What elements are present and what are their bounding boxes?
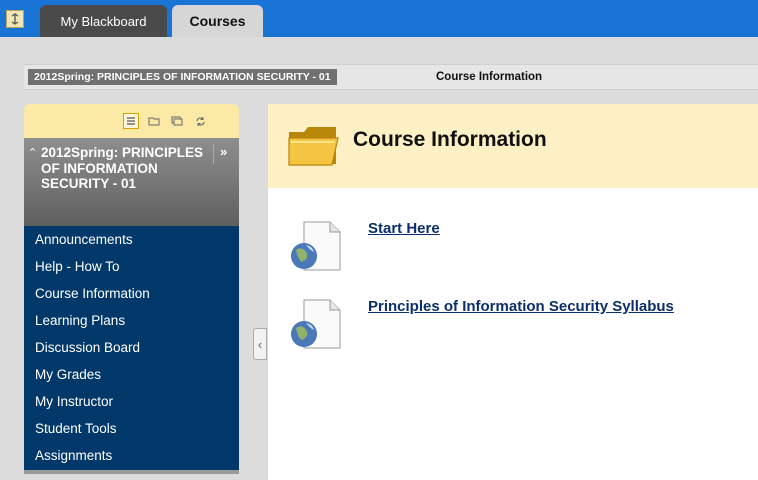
breadcrumb-course-link[interactable]: 2012Spring: PRINCIPLES OF INFORMATION SE… (28, 69, 337, 85)
folder-icon (288, 127, 339, 166)
double-chevron-right-icon[interactable]: » (220, 144, 227, 159)
menu-item-assignments[interactable]: Assignments (24, 442, 239, 469)
syllabus-link[interactable]: Principles of Information Security Sylla… (368, 298, 674, 315)
content-header: Course Information (268, 104, 758, 188)
tab-my-blackboard[interactable]: My Blackboard (40, 5, 167, 37)
folder-view-icon[interactable] (146, 113, 162, 129)
refresh-icon[interactable] (192, 113, 208, 129)
menu-item-my-grades[interactable]: My Grades (24, 361, 239, 388)
chevron-up-icon[interactable]: ⌃ (28, 146, 37, 159)
expand-collapse-icon[interactable] (6, 10, 24, 28)
header-divider (213, 144, 214, 164)
top-navigation-bar: My Blackboard Courses (0, 0, 758, 37)
menu-item-discussion-board[interactable]: Discussion Board (24, 334, 239, 361)
menu-item-learning-plans[interactable]: Learning Plans (24, 307, 239, 334)
course-menu-footer (24, 470, 239, 474)
list-view-icon[interactable] (123, 113, 139, 129)
course-menu: ⌃ 2012Spring: PRINCIPLES OF INFORMATION … (24, 104, 239, 474)
course-menu-title[interactable]: 2012Spring: PRINCIPLES OF INFORMATION SE… (41, 145, 211, 192)
menu-item-announcements[interactable]: Announcements (24, 226, 239, 253)
chevron-left-icon: ‹ (257, 336, 263, 352)
content-area: Course Information Start Here Principles… (268, 104, 758, 480)
menu-item-help[interactable]: Help - How To (24, 253, 239, 280)
start-here-link[interactable]: Start Here (368, 220, 440, 237)
course-menu-header: ⌃ 2012Spring: PRINCIPLES OF INFORMATION … (24, 138, 239, 226)
page-title: Course Information (353, 128, 547, 151)
web-link-icon (291, 299, 341, 349)
breadcrumb: 2012Spring: PRINCIPLES OF INFORMATION SE… (24, 64, 758, 90)
menu-item-student-tools[interactable]: Student Tools (24, 415, 239, 442)
web-link-icon (291, 221, 341, 271)
menu-item-course-information[interactable]: Course Information (24, 280, 239, 307)
breadcrumb-current: Course Information (436, 71, 543, 83)
course-menu-toolbar (24, 104, 239, 138)
course-menu-list: Announcements Help - How To Course Infor… (24, 226, 239, 470)
tab-courses[interactable]: Courses (172, 5, 263, 37)
collapse-menu-handle[interactable]: ‹ (253, 328, 267, 360)
menu-item-my-instructor[interactable]: My Instructor (24, 388, 239, 415)
new-window-icon[interactable] (169, 113, 185, 129)
